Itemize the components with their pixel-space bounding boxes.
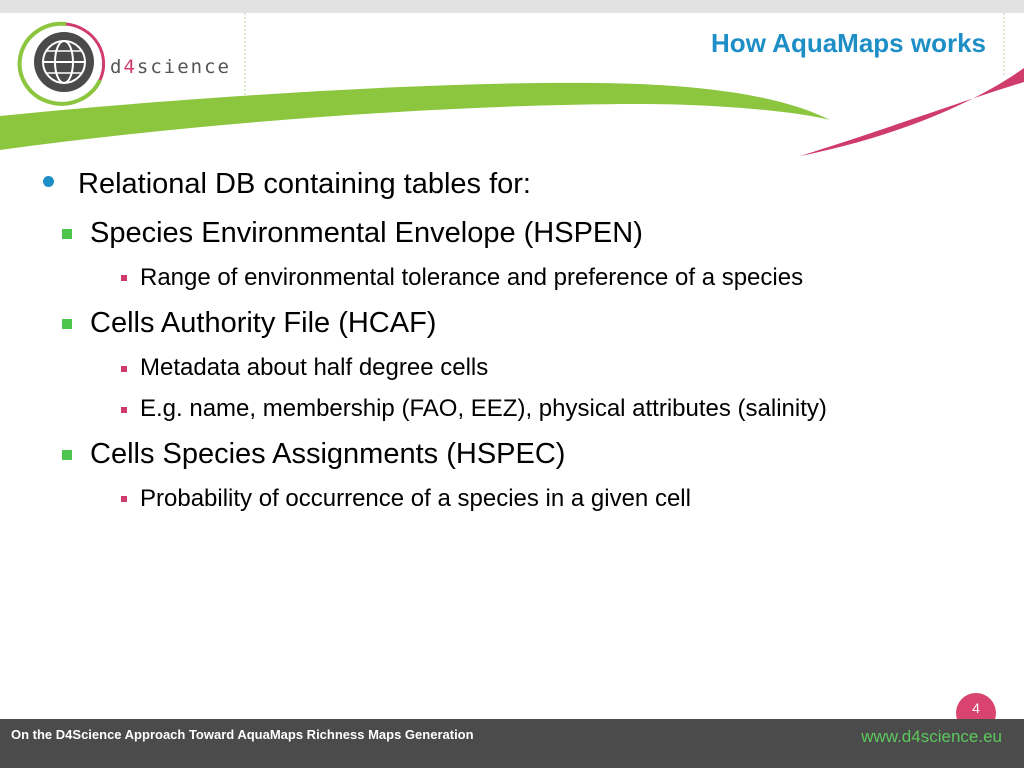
list-item: Range of environmental tolerance and pre…	[140, 264, 804, 291]
bullet-list: Relational DB containing tables for: Spe…	[0, 0, 1024, 768]
bullet-square-icon	[121, 275, 127, 281]
list-item: Cells Authority File (HCAF)	[90, 307, 437, 339]
bullet-square-icon	[62, 319, 72, 329]
list-item: Probability of occurrence of a species i…	[140, 485, 691, 512]
bullet-dot-icon	[43, 176, 54, 187]
list-item: Relational DB containing tables for:	[78, 168, 531, 200]
bullet-square-icon	[121, 366, 127, 372]
bullet-square-icon	[62, 229, 72, 239]
list-item: Cells Species Assignments (HSPEC)	[90, 438, 566, 470]
slide: d4science How AquaMaps works Relational …	[0, 0, 1024, 768]
bullet-square-icon	[121, 407, 127, 413]
bullet-square-icon	[62, 450, 72, 460]
list-item: Species Environmental Envelope (HSPEN)	[90, 217, 643, 249]
footer-title: On the D4Science Approach Toward AquaMap…	[11, 727, 474, 742]
bullet-square-icon	[121, 496, 127, 502]
list-item: Metadata about half degree cells	[140, 354, 489, 381]
footer-url[interactable]: www.d4science.eu	[861, 727, 1002, 747]
list-item: E.g. name, membership (FAO, EEZ), physic…	[140, 395, 827, 422]
footer-bar: On the D4Science Approach Toward AquaMap…	[0, 719, 1024, 768]
